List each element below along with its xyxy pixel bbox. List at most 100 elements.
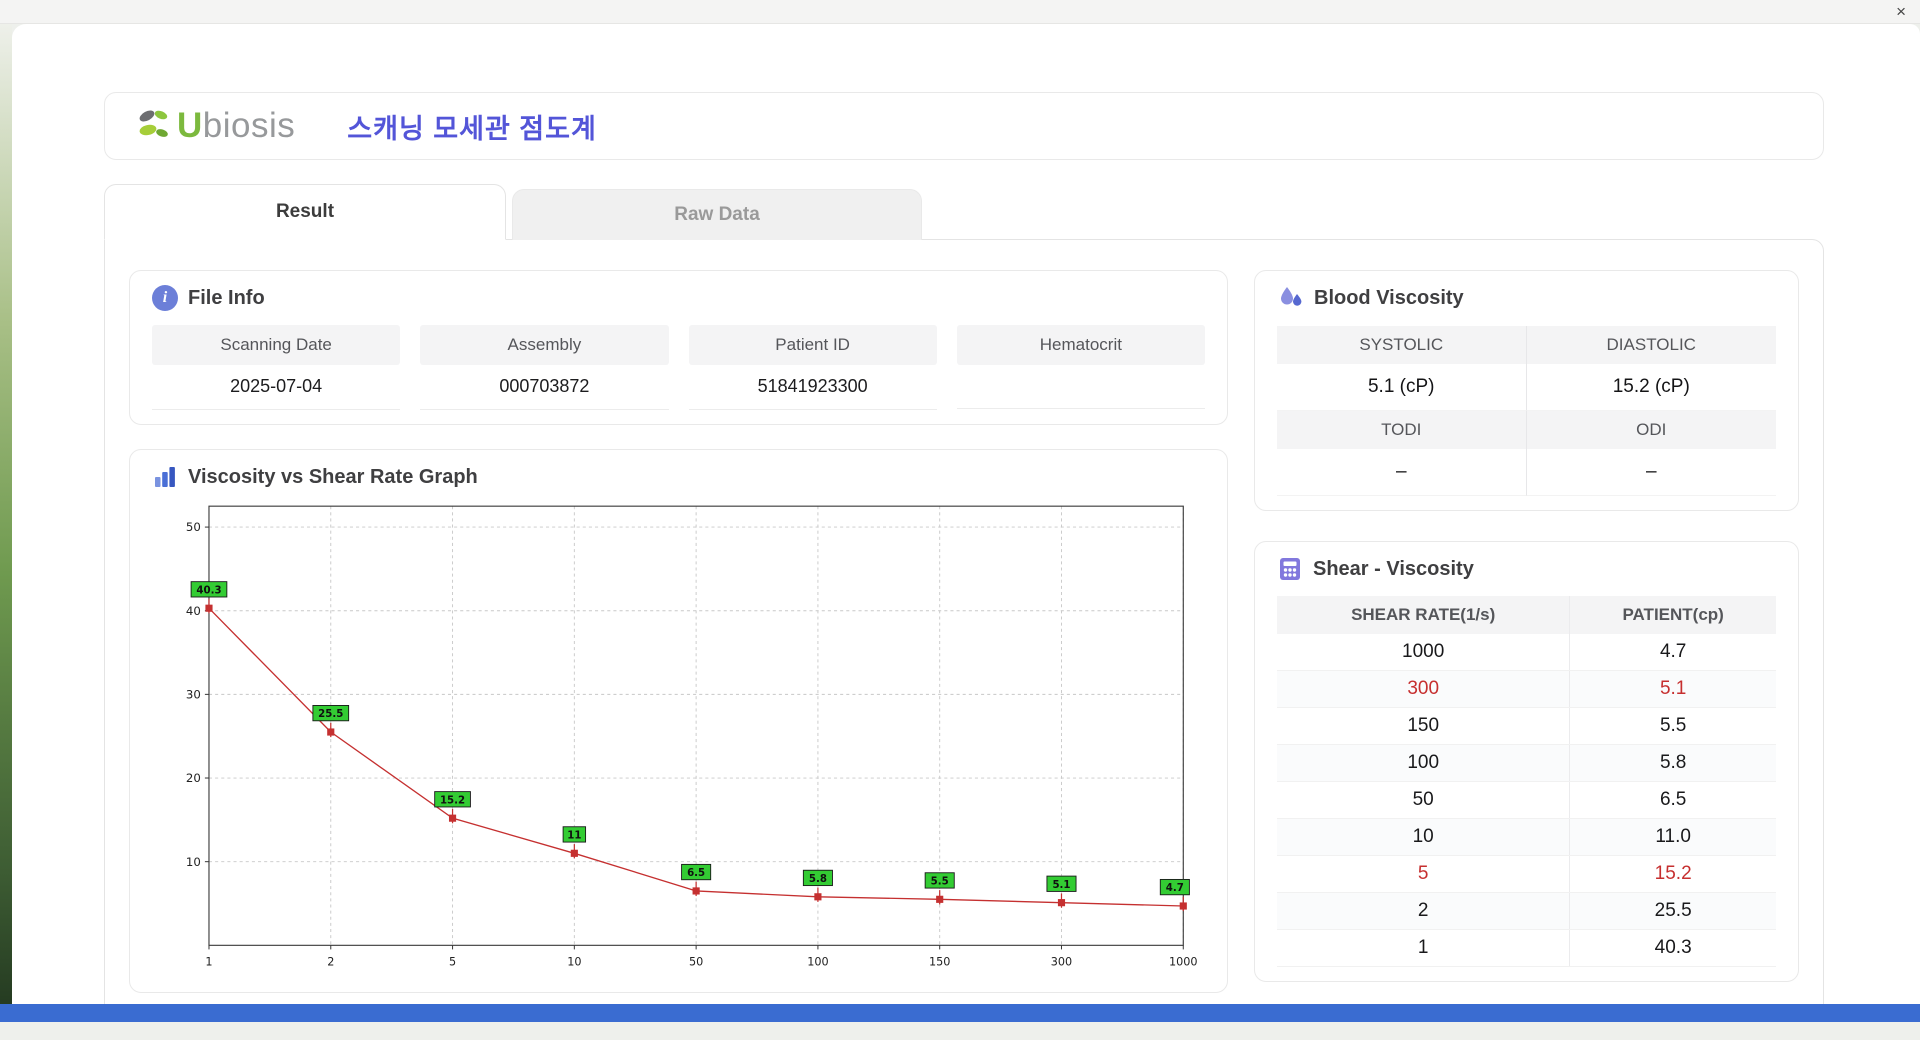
file-info-fields: Scanning Date 2025-07-04 Assembly 000703…	[152, 325, 1205, 410]
taskbar	[0, 1004, 1920, 1022]
graph-title: Viscosity vs Shear Rate Graph	[188, 465, 478, 488]
table-cell: 50	[1277, 781, 1571, 819]
field-label: Hematocrit	[956, 325, 1205, 365]
table-row: 100 5.8	[1277, 744, 1776, 782]
ubiosis-logo: Ubiosis	[135, 106, 295, 146]
column-header-shear-rate: SHEAR RATE(1/s)	[1277, 596, 1571, 634]
blood-viscosity-grid: SYSTOLIC DIASTOLIC 5.1 (cP) 15.2 (cP) TO…	[1277, 326, 1776, 496]
svg-text:40.3: 40.3	[196, 585, 221, 596]
blood-viscosity-title: Blood Viscosity	[1314, 287, 1464, 309]
table-cell: 6.5	[1569, 781, 1776, 819]
field-scanning-date: Scanning Date 2025-07-04	[152, 325, 401, 410]
header-card: Ubiosis 스캐닝 모세관 점도계	[104, 92, 1824, 160]
svg-text:150: 150	[929, 956, 950, 969]
left-column: i File Info Scanning Date 2025-07-04 Ass…	[129, 270, 1228, 993]
table-row: 2 25.5	[1277, 892, 1776, 930]
content-panel: i File Info Scanning Date 2025-07-04 Ass…	[104, 239, 1824, 1016]
bv-header-todi: TODI	[1277, 411, 1527, 449]
field-assembly: Assembly 000703872	[420, 325, 669, 410]
table-row: 1 40.3	[1277, 929, 1776, 967]
svg-text:4.7: 4.7	[1166, 883, 1184, 894]
droplet-icon	[1277, 285, 1304, 312]
shear-viscosity-title: Shear - Viscosity	[1313, 557, 1474, 580]
viscosity-graph-card: Viscosity vs Shear Rate Graph 10 20 30 40 50…	[129, 449, 1228, 993]
svg-text:40: 40	[186, 604, 201, 618]
svg-text:5.1: 5.1	[1052, 880, 1070, 891]
bv-header-odi: ODI	[1526, 411, 1776, 449]
bv-header-systolic: SYSTOLIC	[1277, 326, 1527, 364]
info-icon: i	[152, 285, 178, 311]
svg-text:30: 30	[186, 687, 201, 701]
svg-text:10: 10	[186, 855, 201, 869]
svg-text:10: 10	[567, 956, 581, 969]
field-value: 2025-07-04	[152, 365, 401, 410]
window-titlebar: ×	[0, 0, 1920, 24]
close-icon[interactable]: ×	[1896, 3, 1906, 20]
file-info-card: i File Info Scanning Date 2025-07-04 Ass…	[129, 270, 1228, 425]
table-row: 1000 4.7	[1277, 634, 1776, 671]
bv-value-odi: –	[1526, 449, 1776, 496]
shear-viscosity-table: SHEAR RATE(1/s) PATIENT(cp) 1000 4.7 300 5.…	[1277, 596, 1776, 967]
table-cell: 5.5	[1569, 707, 1776, 745]
shear-viscosity-card: Shear - Viscosity SHEAR RATE(1/s) PATIEN…	[1254, 541, 1799, 982]
table-cell: 2	[1277, 892, 1571, 930]
table-cell: 300	[1277, 670, 1571, 708]
svg-text:5.5: 5.5	[931, 877, 949, 888]
chart-point-labels: 40.3 25.5 15.2 11 6.5 5.8 5.5 5.1 4.7	[190, 581, 1190, 896]
table-row: 150 5.5	[1277, 707, 1776, 745]
table-row: 10 11.0	[1277, 818, 1776, 856]
table-cell: 25.5	[1569, 892, 1776, 930]
calculator-icon	[1277, 556, 1303, 582]
page-title: 스캐닝 모세관 점도계	[347, 113, 597, 144]
logo-text: Ubiosis	[177, 106, 296, 145]
table-cell: 40.3	[1569, 929, 1776, 967]
tab-bar: Result Raw Data	[104, 184, 1824, 240]
svg-text:5.8: 5.8	[809, 874, 827, 885]
field-patient-id: Patient ID 51841923300	[688, 325, 937, 410]
column-header-patient: PATIENT(cp)	[1569, 596, 1776, 634]
table-cell: 15.2	[1569, 855, 1776, 893]
svg-text:2: 2	[327, 956, 334, 969]
svg-text:20: 20	[186, 771, 201, 785]
table-cell: 1	[1277, 929, 1571, 967]
field-label: Scanning Date	[152, 325, 401, 365]
viscosity-chart: 10 20 30 40 50 1 2 5 10 50 100 150 300 1000 40.3 25.5 15…	[186, 505, 1198, 969]
bv-value-systolic: 5.1 (cP)	[1277, 364, 1527, 411]
tab-result[interactable]: Result	[104, 184, 506, 240]
svg-text:300: 300	[1051, 956, 1072, 969]
leaf-logo-icon	[135, 106, 175, 146]
field-hematocrit: Hematocrit	[956, 325, 1205, 410]
table-cell: 1000	[1277, 634, 1571, 671]
svg-text:50: 50	[689, 956, 703, 969]
table-cell: 100	[1277, 744, 1571, 782]
svg-text:15.2: 15.2	[440, 795, 465, 806]
table-cell: 10	[1277, 818, 1571, 856]
blood-viscosity-card: Blood Viscosity SYSTOLIC DIASTOLIC 5.1 (…	[1254, 270, 1799, 511]
bv-value-todi: –	[1277, 449, 1527, 496]
right-column: Blood Viscosity SYSTOLIC DIASTOLIC 5.1 (…	[1254, 270, 1799, 993]
shear-table-body: 1000 4.7 300 5.1 150 5.5 100 5.8 50 6.5 10 11.0 5 15.…	[1277, 634, 1776, 967]
chart-area: 10 20 30 40 50 1 2 5 10 50 100 150 300 1000 40.3 25.5 15…	[152, 498, 1205, 978]
svg-text:1000: 1000	[1169, 956, 1198, 969]
tab-raw-data[interactable]: Raw Data	[512, 189, 922, 240]
field-label: Assembly	[420, 325, 669, 365]
table-cell: 4.7	[1569, 634, 1776, 671]
table-row: 5 15.2	[1277, 855, 1776, 893]
table-cell: 5.1	[1569, 670, 1776, 708]
svg-text:25.5: 25.5	[318, 709, 343, 720]
field-value	[956, 365, 1205, 409]
svg-text:100: 100	[807, 956, 828, 969]
svg-text:50: 50	[186, 520, 201, 534]
field-value: 51841923300	[688, 365, 937, 410]
table-row: 300 5.1	[1277, 670, 1776, 708]
table-cell: 5.8	[1569, 744, 1776, 782]
svg-text:6.5: 6.5	[687, 868, 705, 879]
field-label: Patient ID	[688, 325, 937, 365]
desktop-area: Ubiosis 스캐닝 모세관 점도계 Result Raw Data i Fi…	[0, 24, 1920, 1022]
svg-text:1: 1	[205, 956, 212, 969]
field-value: 000703872	[420, 365, 669, 410]
table-cell: 5	[1277, 855, 1571, 893]
table-row: 50 6.5	[1277, 781, 1776, 819]
bar-chart-icon	[152, 464, 178, 490]
file-info-title: File Info	[188, 286, 265, 309]
